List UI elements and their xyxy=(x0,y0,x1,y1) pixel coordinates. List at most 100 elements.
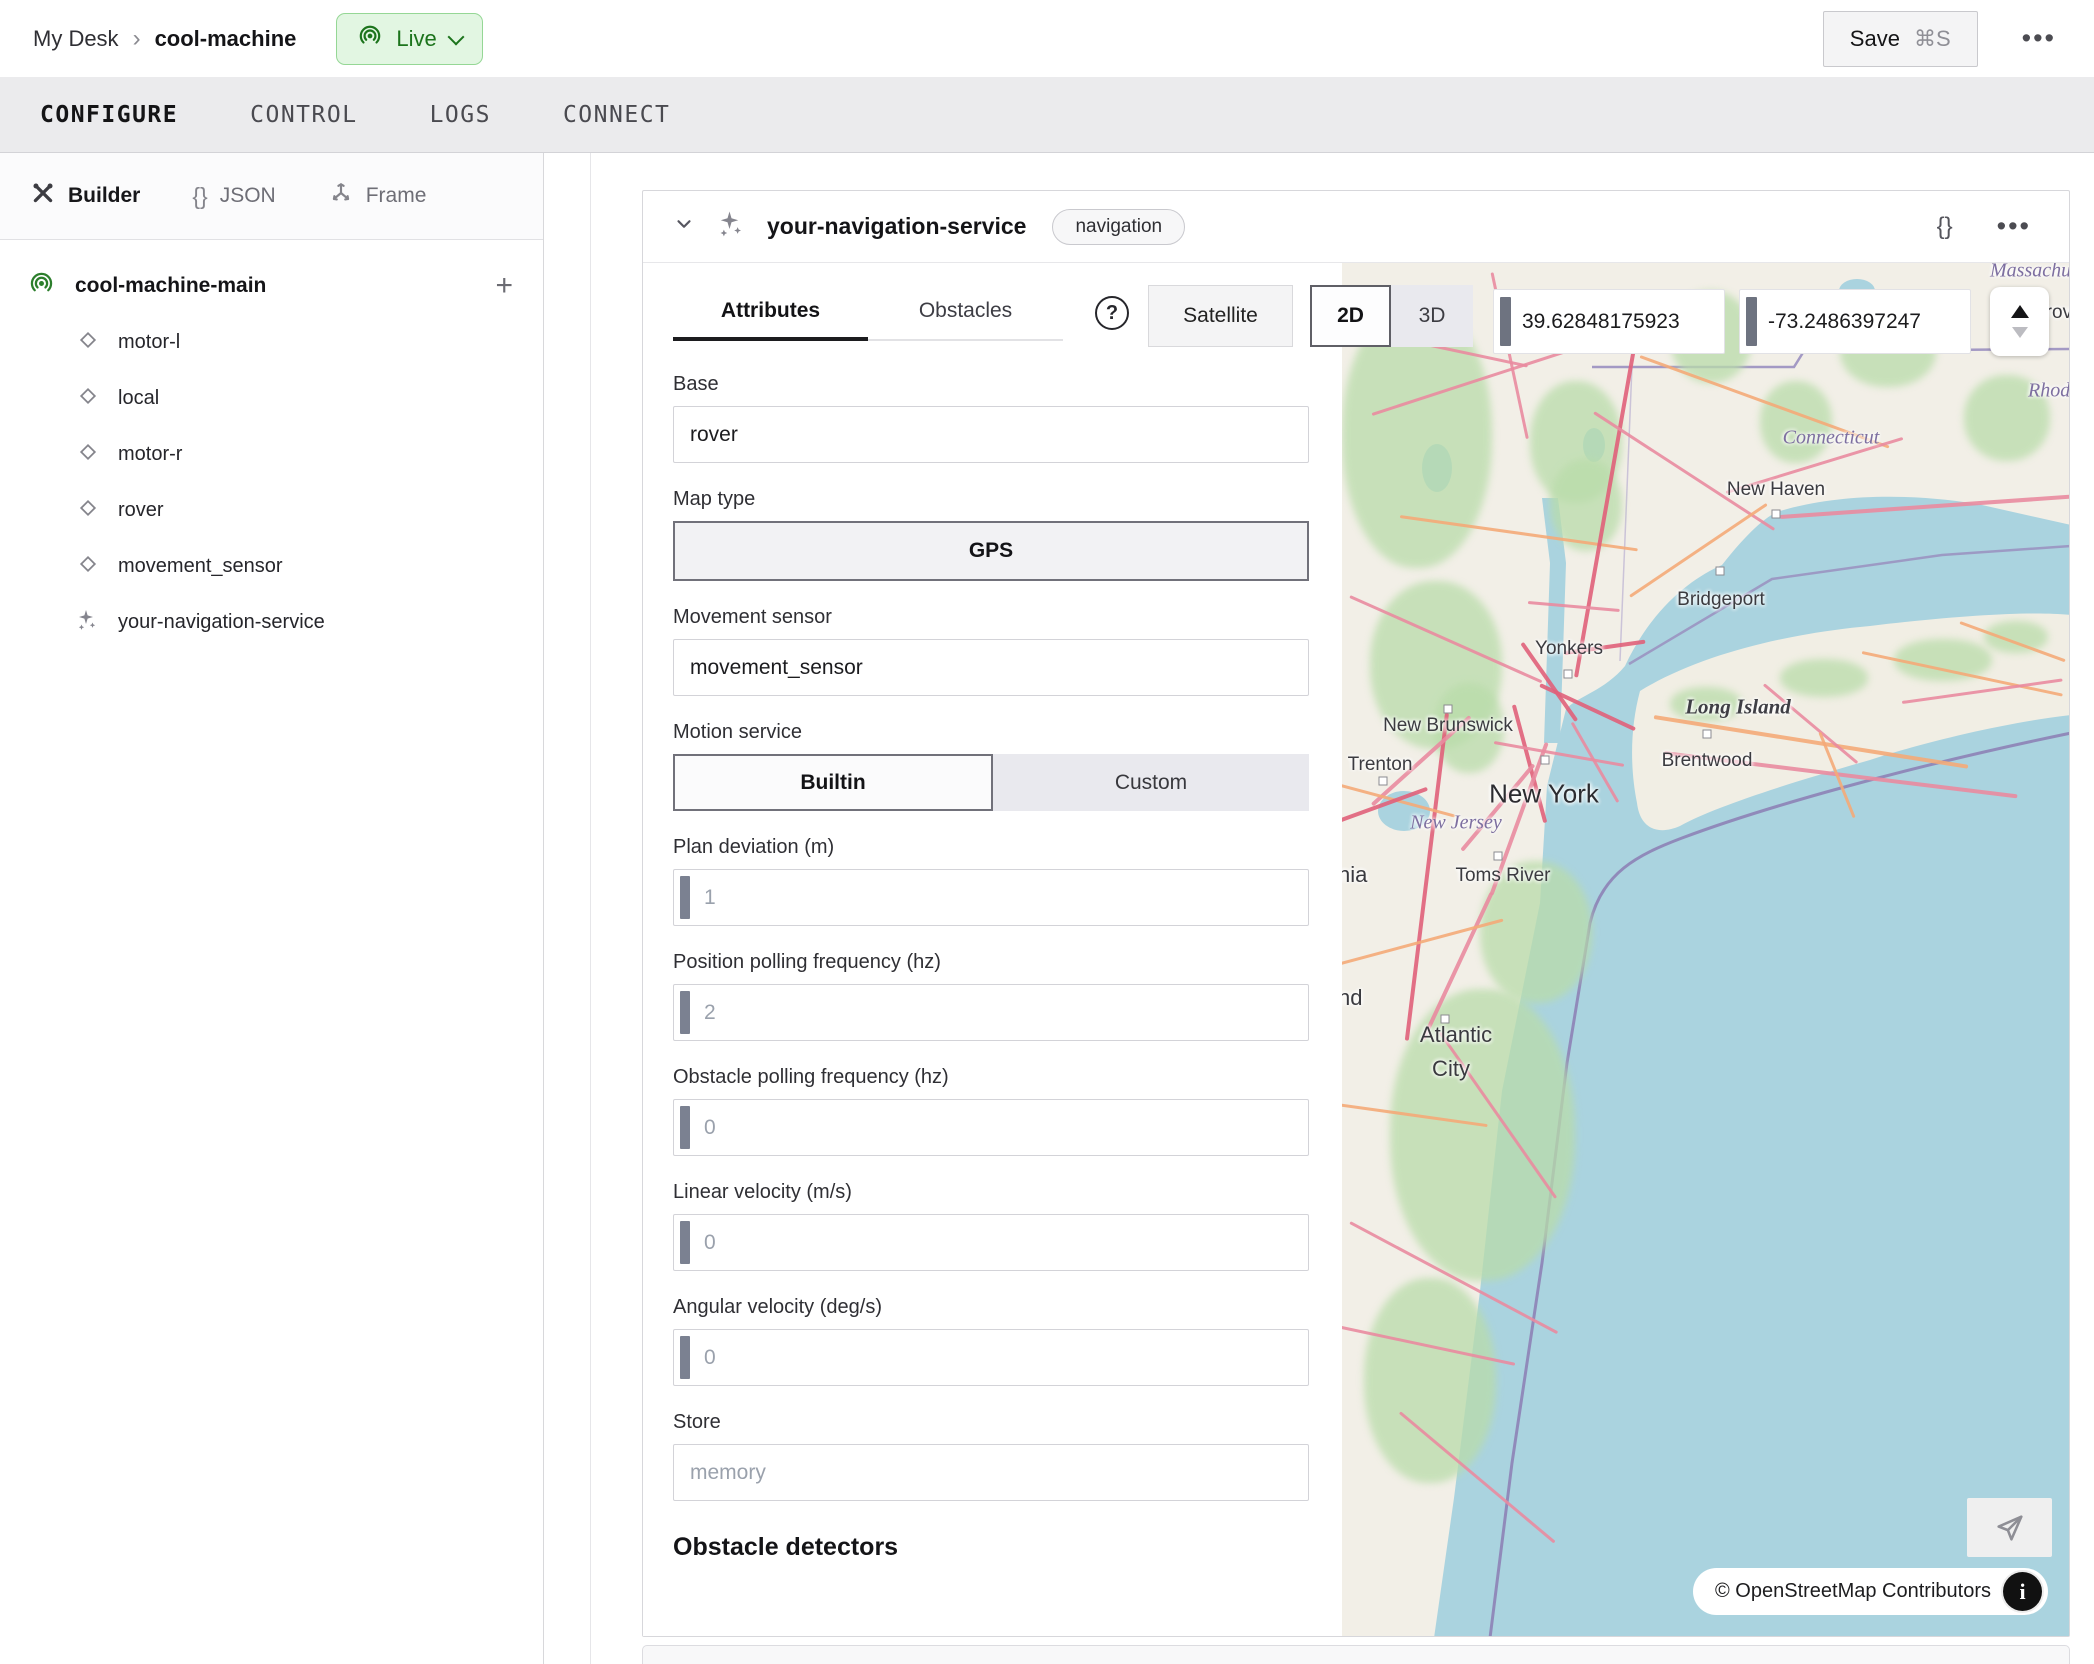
map-label-new-brunswick: New Brunswick xyxy=(1383,715,1513,737)
main-tab-bar: CONFIGURE CONTROL LOGS CONNECT xyxy=(0,77,2094,153)
tab-logs[interactable]: LOGS xyxy=(430,102,491,128)
card-tab-bar: AttributesObstacles xyxy=(673,299,1063,341)
tree-item-local[interactable]: local xyxy=(0,370,543,426)
tab-connect[interactable]: CONNECT xyxy=(563,102,670,128)
tree-item-motor-l[interactable]: motor-l xyxy=(0,314,543,370)
frame-icon xyxy=(328,180,354,212)
tree-item-machine-part[interactable]: cool-machine-main + xyxy=(0,258,543,314)
navigation-map[interactable]: MassachuProvidenceRhodeConnecticutNew Ha… xyxy=(1342,263,2069,1636)
obstacle-detectors-heading: Obstacle detectors xyxy=(673,1533,1309,1562)
obstacle-polling-frequency-label: Obstacle polling frequency (hz) xyxy=(673,1066,1309,1089)
field-map-type: Map type GPS xyxy=(673,488,1309,581)
map-label-toms-river: Toms River xyxy=(1455,865,1550,887)
map-label-city: City xyxy=(1432,1056,1470,1082)
tree-item-label: local xyxy=(118,387,159,410)
movement-sensor-input[interactable]: movement_sensor xyxy=(673,639,1309,696)
tree-item-label: movement_sensor xyxy=(118,555,283,578)
sidebar-divider xyxy=(543,153,544,1664)
map-label-nd: nd xyxy=(1342,985,1362,1011)
drag-handle[interactable] xyxy=(1746,297,1757,346)
map-label-bridgeport: Bridgeport xyxy=(1677,589,1765,611)
diamond-icon xyxy=(76,384,100,413)
plan-deviation-label: Plan deviation (m) xyxy=(673,836,1309,859)
position-polling-frequency-input[interactable]: 2 xyxy=(673,984,1309,1041)
tab-obstacles[interactable]: Obstacles xyxy=(868,299,1063,341)
attribution-text[interactable]: © OpenStreetMap Contributors xyxy=(1715,1580,1991,1603)
map-marker xyxy=(1703,730,1712,739)
view-json[interactable]: {}JSON xyxy=(192,183,275,210)
json-braces-icon[interactable]: {} xyxy=(1937,213,1953,241)
map-label-new-york: New York xyxy=(1489,779,1599,810)
satellite-toggle-button[interactable]: Satellite xyxy=(1148,285,1293,347)
navigation-service-icon xyxy=(717,209,747,244)
motion-service-segmented: BuiltinCustom xyxy=(673,754,1309,811)
map-2d-button[interactable]: 2D xyxy=(1310,285,1391,347)
plan-deviation-input[interactable]: 1 xyxy=(673,869,1309,926)
view-builder[interactable]: Builder xyxy=(30,180,140,212)
live-status-dropdown[interactable]: Live xyxy=(336,13,482,65)
step-down-icon[interactable] xyxy=(2012,327,2028,338)
base-label: Base xyxy=(673,373,1309,396)
latitude-input[interactable]: 39.62848175923 xyxy=(1493,289,1725,354)
map-marker xyxy=(1716,567,1725,576)
map-type-label: Map type xyxy=(673,488,1309,511)
map-label-connecticut: Connecticut xyxy=(1783,427,1880,450)
tools-icon xyxy=(30,180,56,212)
drag-handle[interactable] xyxy=(1500,297,1511,346)
tree-item-motor-r[interactable]: motor-r xyxy=(0,426,543,482)
tab-configure[interactable]: CONFIGURE xyxy=(40,102,178,128)
angular-velocity-input[interactable]: 0 xyxy=(673,1329,1309,1386)
attributes-form: AttributesObstacles Base rover Map type GPS… xyxy=(643,263,1342,1636)
map-marker xyxy=(1541,756,1550,765)
drag-handle[interactable] xyxy=(680,1106,690,1149)
card-menu-icon[interactable]: ••• xyxy=(1997,211,2031,242)
view-label: Builder xyxy=(68,184,140,208)
obstacle-polling-frequency-input[interactable]: 0 xyxy=(673,1099,1309,1156)
step-up-icon[interactable] xyxy=(2011,305,2029,318)
add-resource-icon[interactable]: + xyxy=(495,271,513,301)
tab-control[interactable]: CONTROL xyxy=(250,102,357,128)
drag-handle[interactable] xyxy=(680,1336,690,1379)
info-icon[interactable]: i xyxy=(2001,1570,2044,1613)
view-label: JSON xyxy=(220,184,276,208)
view-frame[interactable]: Frame xyxy=(328,180,427,212)
more-menu-icon[interactable]: ••• xyxy=(2022,23,2056,54)
next-card-peek[interactable] xyxy=(642,1645,2070,1664)
linear-velocity-input[interactable]: 0 xyxy=(673,1214,1309,1271)
field-base: Base rover xyxy=(673,373,1309,463)
help-icon[interactable]: ? xyxy=(1095,296,1129,330)
drag-handle[interactable] xyxy=(680,1221,690,1264)
motion-service-option-builtin[interactable]: Builtin xyxy=(673,754,993,811)
map-3d-button[interactable]: 3D xyxy=(1391,285,1473,347)
map-marker xyxy=(1379,777,1388,786)
map-label-yonkers: Yonkers xyxy=(1535,638,1603,660)
tab-attributes[interactable]: Attributes xyxy=(673,299,868,341)
breadcrumb-root[interactable]: My Desk xyxy=(33,26,119,52)
map-marker xyxy=(1494,852,1503,861)
longitude-input[interactable]: -73.2486397247 xyxy=(1739,289,1971,354)
chevron-down-icon xyxy=(447,28,464,45)
map-park-area xyxy=(1780,659,1868,697)
map-marker xyxy=(1444,705,1453,714)
drag-handle[interactable] xyxy=(680,991,690,1034)
tree-item-rover[interactable]: rover xyxy=(0,482,543,538)
tree-item-movement_sensor[interactable]: movement_sensor xyxy=(0,538,543,594)
tree-item-your-navigation-service[interactable]: your-navigation-service xyxy=(0,594,543,650)
drag-handle[interactable] xyxy=(680,876,690,919)
locate-button[interactable] xyxy=(1967,1498,2052,1557)
store-label: Store xyxy=(673,1411,1309,1434)
resource-title: your-navigation-service xyxy=(767,213,1026,240)
collapse-chevron-icon[interactable] xyxy=(673,213,695,240)
motion-service-option-custom[interactable]: Custom xyxy=(993,754,1309,811)
zoom-stepper[interactable] xyxy=(1990,287,2049,356)
tree-item-label: rover xyxy=(118,499,164,522)
motion-service-label: Motion service xyxy=(673,721,1309,744)
map-type-button[interactable]: GPS xyxy=(673,521,1309,581)
save-button[interactable]: Save ⌘S xyxy=(1823,11,1978,67)
map-park-area xyxy=(1984,621,2048,653)
store-input[interactable]: memory xyxy=(673,1444,1309,1501)
field-angular-velocity: Angular velocity (deg/s)0 xyxy=(673,1296,1309,1386)
diamond-icon xyxy=(76,328,100,357)
map-marker xyxy=(1772,510,1781,519)
base-input[interactable]: rover xyxy=(673,406,1309,463)
